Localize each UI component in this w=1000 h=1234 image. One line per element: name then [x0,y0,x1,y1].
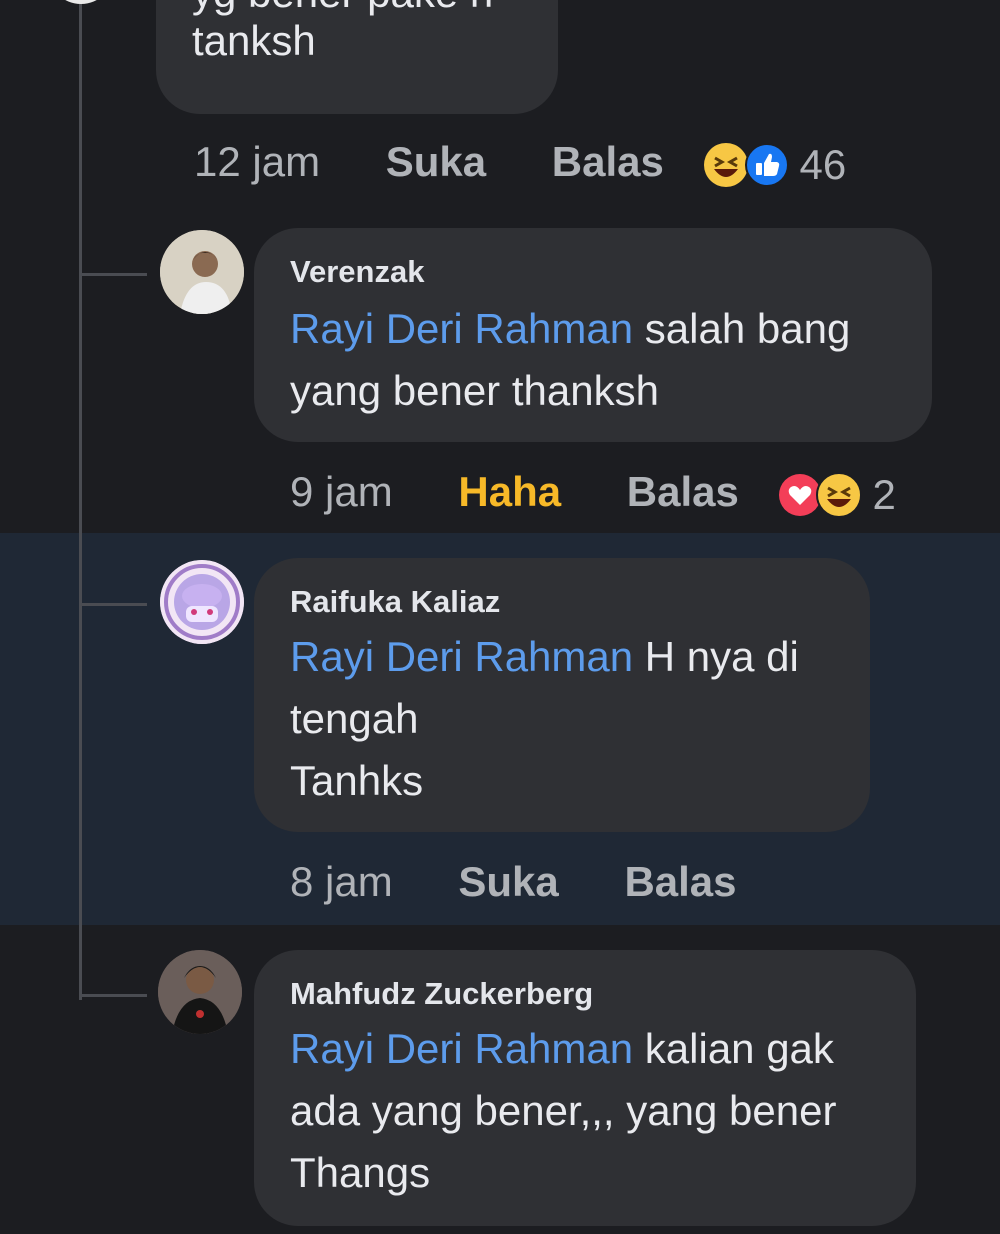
reply-button[interactable]: Balas [552,138,664,185]
reply-text: Rayi Deri Rahman H nya di [290,633,799,680]
like-button[interactable]: Suka [386,138,486,185]
reply-button[interactable]: Balas [627,468,739,515]
avatar-image [160,230,244,314]
thread-branch-line [79,273,147,276]
reaction-count: 46 [799,140,847,188]
reaction-summary[interactable]: 2 [777,471,896,519]
haha-emoji-icon [815,471,862,518]
reply-time: 8 jam [290,858,393,905]
comment-time: 12 jam [194,138,321,185]
thread-connector-line [79,0,82,1000]
reply-text: Tanhks [290,757,424,804]
mention-link[interactable]: Rayi Deri Rahman [290,305,633,352]
reply-meta: 9 jam Haha Balas 2 [290,468,896,519]
reply-bubble: Raifuka Kaliaz Rayi Deri Rahman H nya di… [254,558,870,832]
reply-text: Rayi Deri Rahman kalian gak [290,1025,834,1072]
reaction-count: 2 [872,470,896,518]
reply-text: ada yang bener,,, yang bener [290,1087,837,1134]
avatar[interactable] [160,560,244,644]
mention-link[interactable]: Rayi Deri Rahman [290,1025,633,1072]
reply-meta: 8 jam Suka Balas [290,858,737,906]
avatar[interactable] [48,0,114,4]
avatar[interactable] [160,230,244,314]
reply-author[interactable]: Verenzak [290,254,424,290]
reply-author[interactable]: Raifuka Kaliaz [290,584,500,620]
like-emoji-icon [744,142,789,187]
comment-bubble: yg bener pake h tanksh [156,0,558,114]
thread-branch-line [79,603,147,606]
reply-text: yang bener thanksh [290,367,659,414]
avatar-image [160,560,244,644]
haha-button[interactable]: Haha [458,468,561,515]
mention-link[interactable]: Rayi Deri Rahman [290,633,633,680]
reply-button[interactable]: Balas [624,858,736,905]
avatar-image [158,950,242,1034]
thread-branch-line [79,994,147,997]
comment-meta: 12 jam Suka Balas 46 [194,138,846,189]
haha-emoji-icon [703,142,748,187]
reply-time: 9 jam [290,468,393,515]
reply-author[interactable]: Mahfudz Zuckerberg [290,976,593,1012]
reply-text: tengah [290,695,419,742]
reply-bubble: Mahfudz Zuckerberg Rayi Deri Rahman kali… [254,950,916,1226]
like-button[interactable]: Suka [458,858,558,905]
reply-text: Thangs [290,1149,431,1196]
reply-bubble: Verenzak Rayi Deri Rahman salah bang yan… [254,228,932,442]
reaction-summary[interactable]: 46 [702,140,847,189]
avatar[interactable] [158,950,242,1034]
comment-text: tanksh [192,17,316,64]
reply-text: Rayi Deri Rahman salah bang [290,305,851,352]
